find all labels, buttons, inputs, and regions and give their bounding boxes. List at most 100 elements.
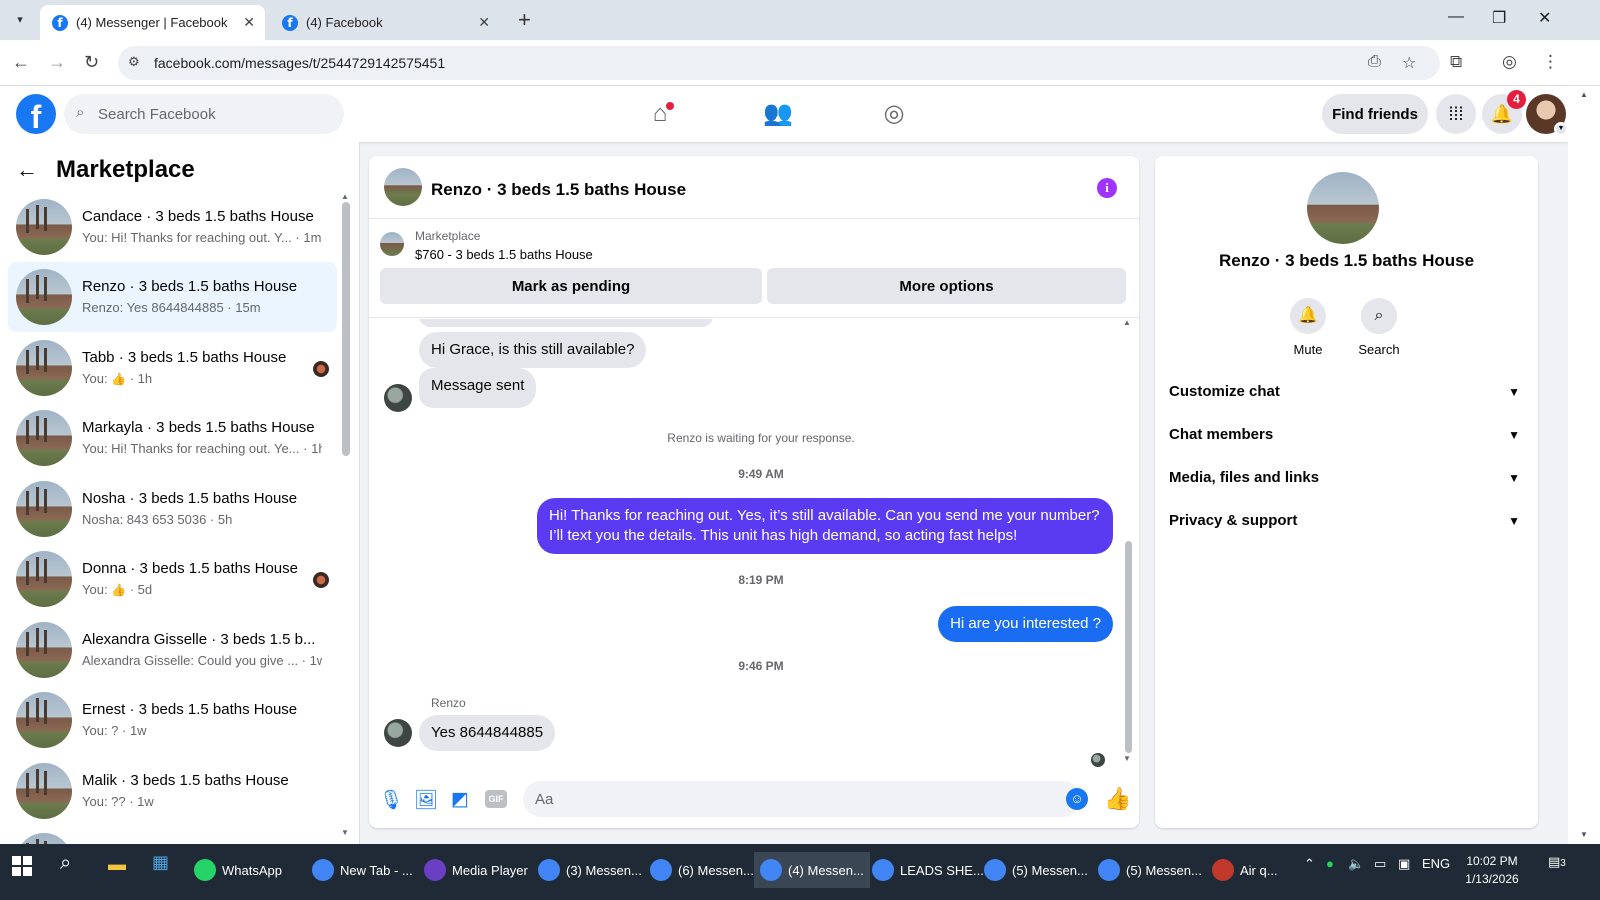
bell-icon: 🔔: [1290, 298, 1326, 334]
scroll-down-icon[interactable]: ▼: [1123, 754, 1131, 763]
forward-icon[interactable]: →: [48, 52, 66, 73]
taskbar-messenger-5b[interactable]: (5) Messen...: [1092, 852, 1208, 888]
sidebar-scrollbar[interactable]: [342, 202, 350, 456]
more-options-button[interactable]: More options: [767, 268, 1126, 304]
tab-messenger[interactable]: f (4) Messenger | Facebook ✕: [40, 5, 265, 40]
taskbar-messenger-5a[interactable]: (5) Messen...: [978, 852, 1094, 888]
conversation-tabb[interactable]: Tabb · 3 beds 1.5 baths House You: 👍 · 1…: [8, 333, 337, 403]
conversation-markayla[interactable]: Markayla · 3 beds 1.5 baths House You: H…: [8, 403, 337, 473]
scroll-up-icon[interactable]: ▲: [1580, 90, 1588, 99]
listing-thumbnail[interactable]: [380, 232, 404, 256]
close-tab-icon[interactable]: ✕: [243, 14, 255, 31]
minimize-icon[interactable]: —: [1448, 8, 1464, 26]
scroll-up-icon[interactable]: ▲: [341, 192, 349, 201]
incoming-message: Yes 8644844885: [419, 715, 556, 751]
thumbs-up-icon[interactable]: 👍: [1104, 786, 1131, 812]
file-explorer-icon[interactable]: ▬: [108, 854, 126, 875]
back-arrow-icon[interactable]: ←: [16, 157, 38, 183]
search-button[interactable]: ⌕ Search: [1349, 298, 1409, 357]
back-icon[interactable]: ←: [12, 52, 30, 73]
scroll-up-icon[interactable]: ▲: [1123, 318, 1131, 327]
facebook-search[interactable]: ⌕: [64, 94, 344, 134]
site-settings-icon[interactable]: ⚙: [128, 54, 140, 70]
menu-grid-icon[interactable]: ⁞⁞⁞: [1436, 94, 1476, 134]
url-text[interactable]: facebook.com/messages/t/2544729142575451: [154, 55, 445, 71]
tray-whatsapp-icon[interactable]: ●: [1326, 856, 1334, 871]
conversation-alexandra[interactable]: Alexandra Gisselle · 3 beds 1.5 b... Ale…: [8, 615, 337, 685]
taskbar-messenger-3[interactable]: (3) Messen...: [532, 852, 648, 888]
listing-price[interactable]: $760 - 3 beds 1.5 baths House: [415, 247, 593, 262]
gaming-icon[interactable]: ◎: [874, 96, 914, 132]
facebook-logo-icon[interactable]: f: [16, 94, 56, 134]
system-clock[interactable]: 10:02 PM 1/13/2026: [1452, 852, 1532, 888]
taskbar-messenger-6[interactable]: (6) Messen...: [644, 852, 760, 888]
taskbar-leads-sheet[interactable]: LEADS SHE...: [866, 852, 990, 888]
volume-icon[interactable]: 🔈: [1348, 856, 1364, 872]
taskbar-air-quality[interactable]: Air q...: [1206, 852, 1284, 888]
chat-avatar[interactable]: [384, 168, 422, 206]
gif-icon[interactable]: GIF: [485, 790, 507, 808]
new-tab-button[interactable]: +: [518, 8, 531, 32]
restore-icon[interactable]: ❐: [1492, 8, 1506, 28]
taskbar-chrome-newtab[interactable]: New Tab - ...: [306, 852, 419, 888]
conversation-ernest[interactable]: Ernest · 3 beds 1.5 baths House You: ? ·…: [8, 685, 337, 755]
customize-chat-row[interactable]: Customize chat ▼: [1169, 372, 1524, 412]
mark-as-pending-button[interactable]: Mark as pending: [380, 268, 762, 304]
info-icon[interactable]: i: [1097, 178, 1117, 198]
microphone-icon[interactable]: 🎙: [379, 788, 403, 812]
search-input[interactable]: [98, 94, 328, 134]
chat-members-row[interactable]: Chat members ▼: [1169, 415, 1524, 455]
scroll-down-icon[interactable]: ▼: [1580, 830, 1588, 839]
page-scrollbar[interactable]: ▲ ▼: [1568, 86, 1600, 860]
conversation-candace[interactable]: Candace · 3 beds 1.5 baths House You: Hi…: [8, 192, 337, 262]
media-files-links-row[interactable]: Media, files and links ▼: [1169, 458, 1524, 498]
notification-center-icon[interactable]: ▤3: [1548, 854, 1566, 870]
find-friends-button[interactable]: Find friends: [1322, 94, 1428, 134]
windows-start-icon[interactable]: [12, 856, 32, 876]
scroll-down-icon[interactable]: ▼: [341, 828, 349, 837]
sticker-icon[interactable]: ◩: [449, 788, 471, 811]
mute-button[interactable]: 🔔 Mute: [1278, 298, 1338, 357]
taskbar-media-player[interactable]: Media Player: [418, 852, 534, 888]
bookmark-star-icon[interactable]: ☆: [1402, 53, 1416, 73]
account-avatar[interactable]: ▼: [1526, 94, 1568, 136]
message-input[interactable]: [523, 781, 1081, 817]
listing-thumbnail: [16, 692, 72, 748]
close-window-icon[interactable]: ✕: [1538, 8, 1551, 28]
calculator-icon[interactable]: ▦: [152, 852, 169, 873]
notifications-bell-icon[interactable]: 🔔 4: [1482, 90, 1526, 134]
conversation-nosha[interactable]: Nosha · 3 beds 1.5 baths House Nosha: 84…: [8, 474, 337, 544]
close-tab-icon[interactable]: ✕: [478, 14, 490, 31]
contact-avatar[interactable]: [1307, 172, 1379, 244]
chat-title[interactable]: Renzo · 3 beds 1.5 baths House: [431, 180, 686, 200]
chat-scrollbar[interactable]: [1125, 541, 1132, 753]
language-indicator[interactable]: ENG: [1422, 856, 1450, 871]
conversation-donna[interactable]: Donna · 3 beds 1.5 baths House You: 👍 · …: [8, 544, 337, 614]
taskbar-whatsapp[interactable]: WhatsApp: [188, 852, 288, 888]
emoji-icon[interactable]: ☺: [1066, 788, 1088, 810]
extensions-icon[interactable]: ⧉: [1450, 52, 1462, 72]
conversation-renzo[interactable]: Renzo · 3 beds 1.5 baths House Renzo: Ye…: [8, 262, 337, 332]
tab-search-icon[interactable]: ▾: [8, 10, 32, 30]
chat-panel: Renzo · 3 beds 1.5 baths House i Marketp…: [369, 156, 1139, 828]
chrome-icon: [872, 859, 894, 881]
search-icon[interactable]: ⌕: [60, 852, 71, 875]
taskbar-messenger-4[interactable]: (4) Messen...: [754, 852, 870, 888]
friends-icon[interactable]: 👥: [758, 96, 798, 132]
tray-chevron-up-icon[interactable]: ⌃: [1304, 856, 1315, 872]
battery-icon[interactable]: ▭: [1374, 856, 1386, 872]
facebook-favicon-icon: f: [52, 14, 68, 31]
install-app-icon[interactable]: ⎙: [1368, 53, 1381, 71]
conversation-malik[interactable]: Malik · 3 beds 1.5 baths House You: ?? ·…: [8, 756, 337, 826]
tab-facebook[interactable]: f (4) Facebook ✕: [270, 5, 500, 40]
browser-menu-icon[interactable]: ⋮: [1542, 52, 1559, 72]
tab-title: (4) Facebook: [306, 15, 383, 30]
url-bar[interactable]: ⚙ facebook.com/messages/t/25447291425754…: [118, 46, 1440, 80]
profile-icon[interactable]: ◎: [1502, 52, 1517, 72]
message-composer: 🎙 🖼 ◩ GIF ☺ 👍: [369, 776, 1139, 826]
privacy-support-row[interactable]: Privacy & support ▼: [1169, 501, 1524, 541]
network-icon[interactable]: ▣: [1398, 856, 1410, 872]
photo-icon[interactable]: 🖼: [414, 788, 438, 812]
reload-icon[interactable]: ↻: [84, 52, 99, 73]
home-icon[interactable]: ⌂: [640, 96, 680, 132]
